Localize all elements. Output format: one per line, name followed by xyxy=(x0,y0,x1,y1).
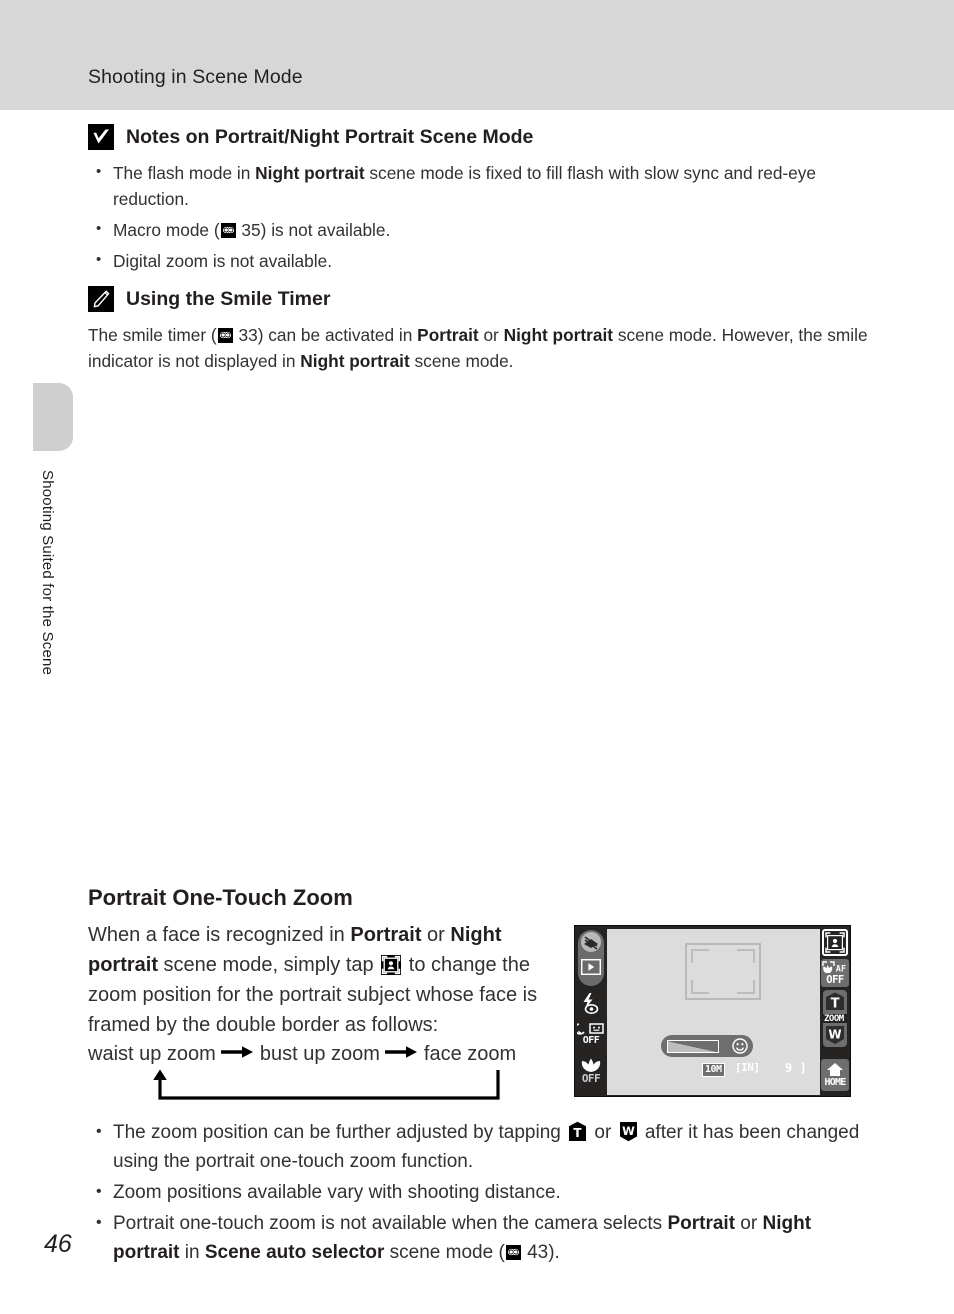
macro-mode-off-icon[interactable]: OFF xyxy=(577,1056,605,1086)
page-reference-icon xyxy=(217,328,233,343)
shots-remaining-badge: 9 ] xyxy=(785,1061,807,1075)
right-arrow-icon xyxy=(220,1042,256,1058)
svg-text:AF: AF xyxy=(836,964,846,974)
scene-mode-icon[interactable] xyxy=(580,931,602,953)
pencil-note-icon xyxy=(88,286,114,312)
term-night-portrait: Night portrait xyxy=(300,351,410,371)
term-scene-auto-selector: Scene auto selector xyxy=(204,1242,385,1263)
svg-text:W: W xyxy=(828,1028,841,1042)
face-double-border xyxy=(685,943,761,1000)
self-timer-off-icon[interactable]: OFF xyxy=(577,1021,605,1047)
smile-level-meter xyxy=(667,1040,719,1053)
macro-off-label: OFF xyxy=(581,1071,601,1085)
self-timer-off-label: OFF xyxy=(582,1035,600,1046)
flow-step-waist-up: waist up zoom xyxy=(88,1043,216,1065)
footnote-bullet-list: The zoom position can be further adjuste… xyxy=(88,1117,878,1269)
list-item: The zoom position can be further adjuste… xyxy=(88,1117,878,1176)
frame-corner xyxy=(691,980,709,994)
chapter-tab-label: Shooting Suited for the Scene xyxy=(39,470,56,676)
note-title: Notes on Portrait/Night Portrait Scene M… xyxy=(126,125,534,148)
home-label: HOME xyxy=(824,1077,847,1088)
internal-memory-badge: [IN] xyxy=(735,1061,760,1074)
portrait-one-touch-zoom-icon[interactable] xyxy=(825,932,845,953)
camera-lcd-illustration: 10M [IN] 9 ] OFF OFF AF OFF T ZOOM W HOM… xyxy=(574,925,851,1097)
term-portrait: Portrait xyxy=(350,924,422,946)
chapter-tab-marker xyxy=(33,383,73,451)
note-paragraph: The smile timer ( 33) can be activated i… xyxy=(88,325,868,371)
zoom-wide-button[interactable]: W xyxy=(823,1023,847,1047)
flow-step-bust-up: bust up zoom xyxy=(259,1043,380,1065)
right-arrow-icon xyxy=(384,1042,420,1058)
page-reference-icon xyxy=(220,223,236,238)
caution-checkmark-icon xyxy=(88,124,114,150)
flash-red-eye-icon[interactable] xyxy=(579,992,603,1016)
term-night-portrait: Night portrait xyxy=(255,163,365,183)
note-title: Using the Smile Timer xyxy=(126,287,331,310)
section-heading: Portrait One-Touch Zoom xyxy=(88,885,353,910)
note-block-caution: Notes on Portrait/Night Portrait Scene M… xyxy=(88,124,878,279)
svg-text:W: W xyxy=(622,1124,635,1138)
lcd-live-view: 10M [IN] 9 ] xyxy=(607,929,820,1095)
home-button[interactable]: HOME xyxy=(821,1059,849,1091)
note-header: Using the Smile Timer xyxy=(88,286,878,312)
af-off-label: OFF xyxy=(826,973,844,986)
section-body-text: When a face is recognized in Portrait or… xyxy=(88,924,538,1036)
term-night-portrait: Night portrait xyxy=(88,924,502,976)
loop-back-arrow-icon xyxy=(150,1068,502,1104)
af-off-icon[interactable]: AF OFF xyxy=(821,959,849,987)
list-item: Digital zoom is not available. xyxy=(88,247,878,274)
term-portrait: Portrait xyxy=(667,1213,736,1234)
page-header-band xyxy=(0,0,954,110)
svg-text:T: T xyxy=(574,1126,583,1140)
frame-corner xyxy=(737,949,755,963)
term-night-portrait: Night portrait xyxy=(503,325,614,345)
note-header: Notes on Portrait/Night Portrait Scene M… xyxy=(88,124,878,150)
lcd-left-toolbar: OFF OFF xyxy=(575,926,607,1096)
zoom-tele-button[interactable]: T xyxy=(823,990,847,1014)
smile-face-icon xyxy=(732,1038,748,1054)
note-bullet-list: The flash mode in Night portrait scene m… xyxy=(88,159,878,274)
zoom-tele-icon: T xyxy=(568,1121,587,1142)
svg-text:T: T xyxy=(831,997,840,1012)
portrait-one-touch-zoom-icon xyxy=(381,954,402,975)
page-reference-icon xyxy=(505,1245,521,1260)
list-item: Portrait one-touch zoom is not available… xyxy=(88,1208,878,1267)
page-number: 46 xyxy=(44,1230,72,1258)
list-item: Zoom positions available vary with shoot… xyxy=(88,1177,878,1207)
lcd-right-toolbar: AF OFF T ZOOM W HOME xyxy=(820,926,850,1096)
frame-corner xyxy=(737,980,755,994)
page-title: Shooting in Scene Mode xyxy=(88,66,303,88)
smile-indicator-bar xyxy=(661,1035,753,1057)
frame-corner xyxy=(691,949,709,963)
playback-mode-icon[interactable] xyxy=(581,959,601,975)
image-size-badge: 10M xyxy=(702,1063,725,1077)
zoom-wide-icon: W xyxy=(619,1121,638,1142)
note-block-tip: Using the Smile Timer The smile timer ( … xyxy=(88,286,878,374)
flow-step-face: face zoom xyxy=(423,1043,517,1065)
term-portrait: Portrait xyxy=(417,325,479,345)
zoom-flow-sequence: waist up zoom bust up zoom face zoom xyxy=(88,1042,558,1066)
list-item: The flash mode in Night portrait scene m… xyxy=(88,159,878,212)
list-item: Macro mode ( 35) is not available. xyxy=(88,216,878,243)
